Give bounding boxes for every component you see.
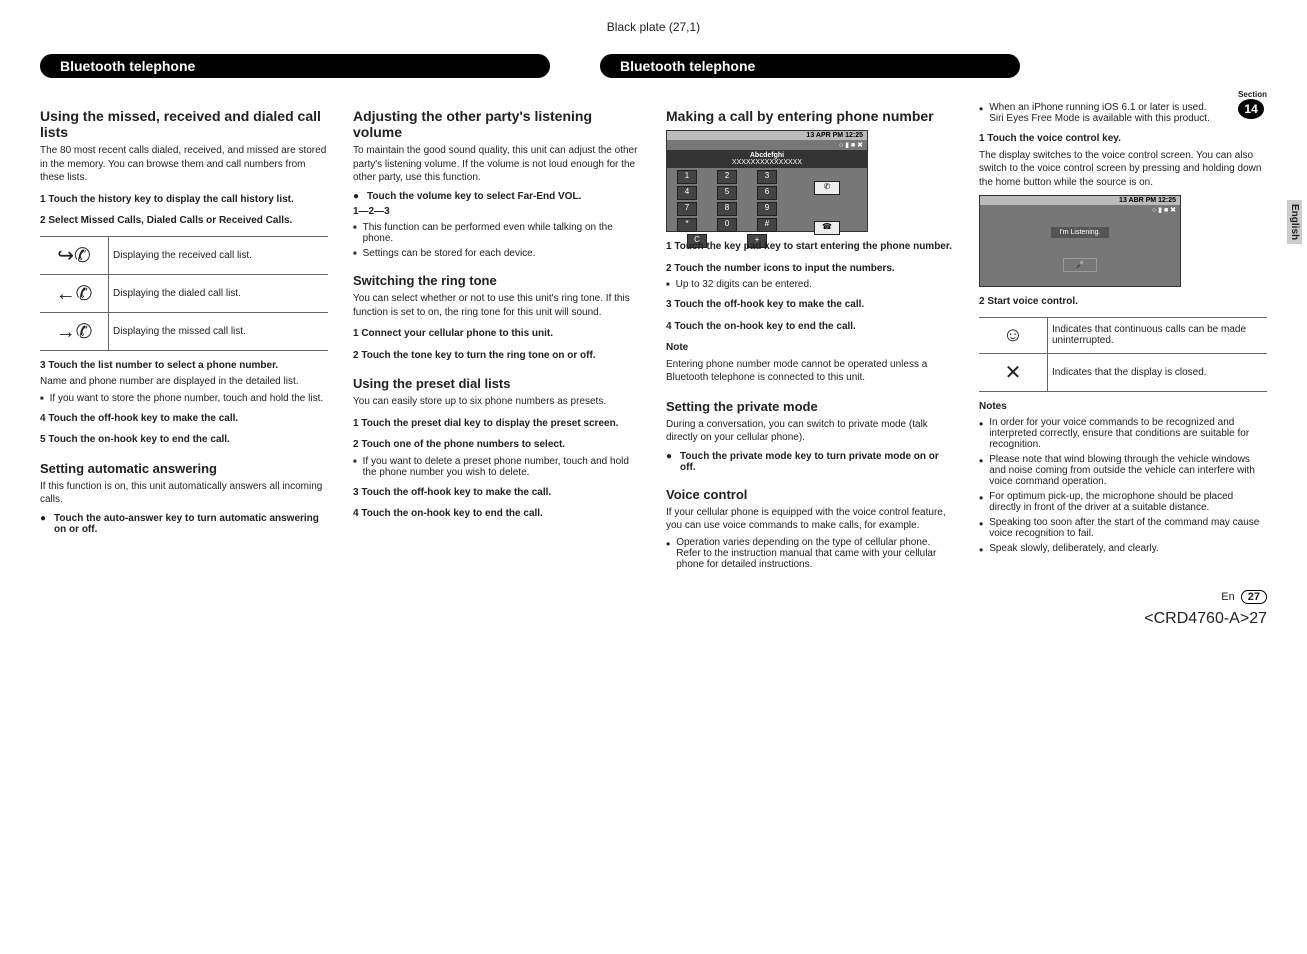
text: Displaying the received call list. [109, 236, 329, 274]
text: The 80 most recent calls dialed, receive… [40, 144, 328, 185]
text: Name and phone number are displayed in t… [40, 375, 328, 389]
step: 2 Touch the number icons to input the nu… [666, 262, 954, 276]
dialed-call-icon: ←✆ [40, 274, 109, 312]
text: Indicates that the display is closed. [1048, 353, 1268, 391]
call-list-icon-table: ↪✆Displaying the received call list. ←✆D… [40, 236, 328, 351]
column-4: When an iPhone running iOS 6.1 or later … [979, 98, 1267, 570]
step: 4 Touch the on-hook key to end the call. [353, 507, 641, 521]
mic-icon: 🎤 [1063, 258, 1098, 272]
missed-call-icon: →✆ [40, 312, 109, 350]
column-3: Making a call by entering phone number 1… [666, 98, 954, 570]
voice-screenshot: 13 ABR PM 12:25 ○ ▮ ■ ✖ I'm Listening. 🎤 [979, 195, 1181, 287]
action: Touch the volume key to select Far-End V… [353, 191, 641, 202]
bullet: When an iPhone running iOS 6.1 or later … [979, 102, 1267, 124]
step: 1 Touch the history key to display the c… [40, 193, 328, 207]
heading-ringtone: Switching the ring tone [353, 273, 641, 288]
heading-dial-number: Making a call by entering phone number [666, 108, 954, 124]
step: 3 Touch the list number to select a phon… [40, 359, 328, 373]
bullet: Speak slowly, deliberately, and clearly. [979, 543, 1267, 557]
bullet: If you want to store the phone number, t… [40, 393, 328, 404]
bullet: If you want to delete a preset phone num… [353, 456, 641, 478]
bullet: For optimum pick-up, the microphone shou… [979, 491, 1267, 513]
step: 1 Connect your cellular phone to this un… [353, 327, 641, 341]
plate-label: Black plate (27,1) [40, 20, 1267, 34]
text: You can easily store up to six phone num… [353, 395, 641, 409]
step: 2 Touch the tone key to turn the ring to… [353, 349, 641, 363]
bullet: Settings can be stored for each device. [353, 248, 641, 259]
step: 4 Touch the off-hook key to make the cal… [40, 412, 328, 426]
text: Indicates that continuous calls can be m… [1048, 317, 1268, 353]
action: Touch the auto-answer key to turn automa… [40, 513, 328, 535]
step: 2 Start voice control. [979, 295, 1267, 309]
section-tab: Section 14 [1238, 90, 1267, 119]
section-label: Section [1238, 90, 1267, 99]
text: During a conversation, you can switch to… [666, 418, 954, 445]
header-left: Bluetooth telephone [40, 54, 550, 78]
heading-private-mode: Setting the private mode [666, 399, 954, 414]
header-right: Bluetooth telephone [600, 54, 1020, 78]
heading-call-lists: Using the missed, received and dialed ca… [40, 108, 328, 140]
footer-page-number: 27 [1241, 590, 1267, 604]
text: Displaying the dialed call list. [109, 274, 329, 312]
step: 3 Touch the off-hook key to make the cal… [666, 298, 954, 312]
received-call-icon: ↪✆ [40, 236, 109, 274]
text: The display switches to the voice contro… [979, 149, 1267, 190]
bullet: This function can be performed even whil… [353, 222, 641, 244]
language-tab: English [1287, 200, 1302, 244]
voice-wave-icon: ☺ [979, 317, 1048, 353]
text: Displaying the missed call list. [109, 312, 329, 350]
voice-icon-table: ☺Indicates that continuous calls can be … [979, 317, 1267, 392]
step: 4 Touch the on-hook key to end the call. [666, 320, 954, 334]
bullet: Speaking too soon after the start of the… [979, 517, 1267, 539]
step: 1 Touch the preset dial key to display t… [353, 417, 641, 431]
action: Touch the private mode key to turn priva… [666, 451, 954, 473]
step: 2 Touch one of the phone numbers to sele… [353, 438, 641, 452]
column-2: Adjusting the other party's listening vo… [353, 98, 641, 570]
heading-volume: Adjusting the other party's listening vo… [353, 108, 641, 140]
step: 1 Touch the voice control key. [979, 132, 1267, 146]
text: If this function is on, this unit automa… [40, 480, 328, 507]
text: You can select whether or not to use thi… [353, 292, 641, 319]
listening-message: I'm Listening. [1051, 227, 1108, 238]
step: 2 Select Missed Calls, Dialed Calls or R… [40, 214, 328, 228]
bullet: Up to 32 digits can be entered. [666, 279, 954, 290]
text: Entering phone number mode cannot be ope… [666, 358, 954, 385]
step: 1 Touch the key pad key to start enterin… [666, 240, 954, 254]
text: To maintain the good sound quality, this… [353, 144, 641, 185]
step: 5 Touch the on-hook key to end the call. [40, 433, 328, 447]
section-number: 14 [1238, 99, 1264, 119]
heading-auto-answer: Setting automatic answering [40, 461, 328, 476]
heading-preset: Using the preset dial lists [353, 376, 641, 391]
column-1: Using the missed, received and dialed ca… [40, 98, 328, 570]
close-icon: ✕ [979, 353, 1048, 391]
note-title: Note [666, 341, 954, 355]
keypad-screenshot: 13 APR PM 12:25 ○ ▮ ■ ✖ AbcdefghiXXXXXXX… [666, 130, 868, 232]
bullet: Please note that wind blowing through th… [979, 454, 1267, 487]
step: 3 Touch the off-hook key to make the cal… [353, 486, 641, 500]
volume-sequence: 1—2—3 [353, 205, 641, 219]
footer-lang: En [1221, 591, 1234, 603]
footer: En 27 [40, 590, 1267, 604]
bullet: Operation varies depending on the type o… [666, 537, 954, 570]
bullet: In order for your voice commands to be r… [979, 417, 1267, 450]
notes-title: Notes [979, 400, 1267, 414]
document-id: <CRD4760-A>27 [40, 610, 1267, 628]
text: If your cellular phone is equipped with … [666, 506, 954, 533]
heading-voice-control: Voice control [666, 487, 954, 502]
